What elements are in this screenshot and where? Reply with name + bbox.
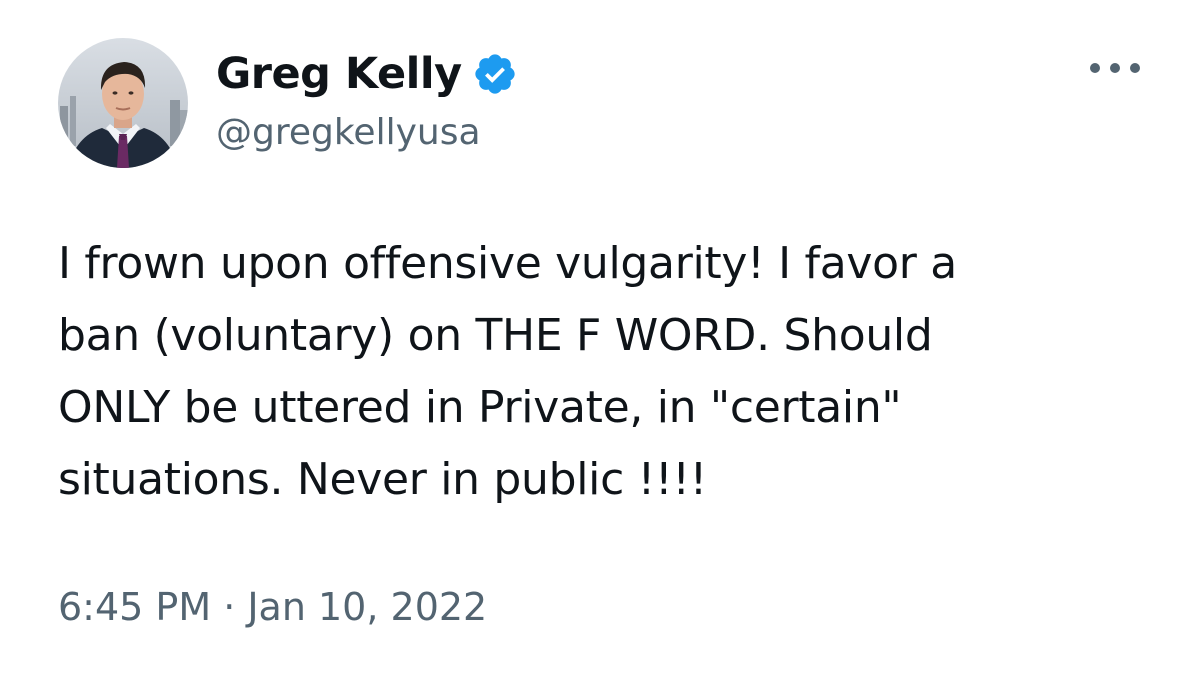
more-dot (1130, 63, 1140, 73)
more-options-icon[interactable] (1090, 58, 1140, 78)
author-handle[interactable]: @gregkellyusa (216, 112, 481, 153)
profile-photo (58, 38, 188, 168)
tweet-timestamp[interactable]: 6:45 PM · Jan 10, 2022 (58, 585, 487, 629)
more-dot (1110, 63, 1120, 73)
author-name-row: Greg Kelly (216, 44, 518, 104)
author-display-name[interactable]: Greg Kelly (216, 49, 462, 99)
verified-badge-icon (472, 51, 518, 97)
more-dot (1090, 63, 1100, 73)
tweet-card: Greg Kelly @gregkellyusa I frown upon of… (0, 0, 1200, 676)
avatar[interactable] (58, 38, 188, 168)
tweet-text: I frown upon offensive vulgarity! I favo… (58, 238, 957, 505)
